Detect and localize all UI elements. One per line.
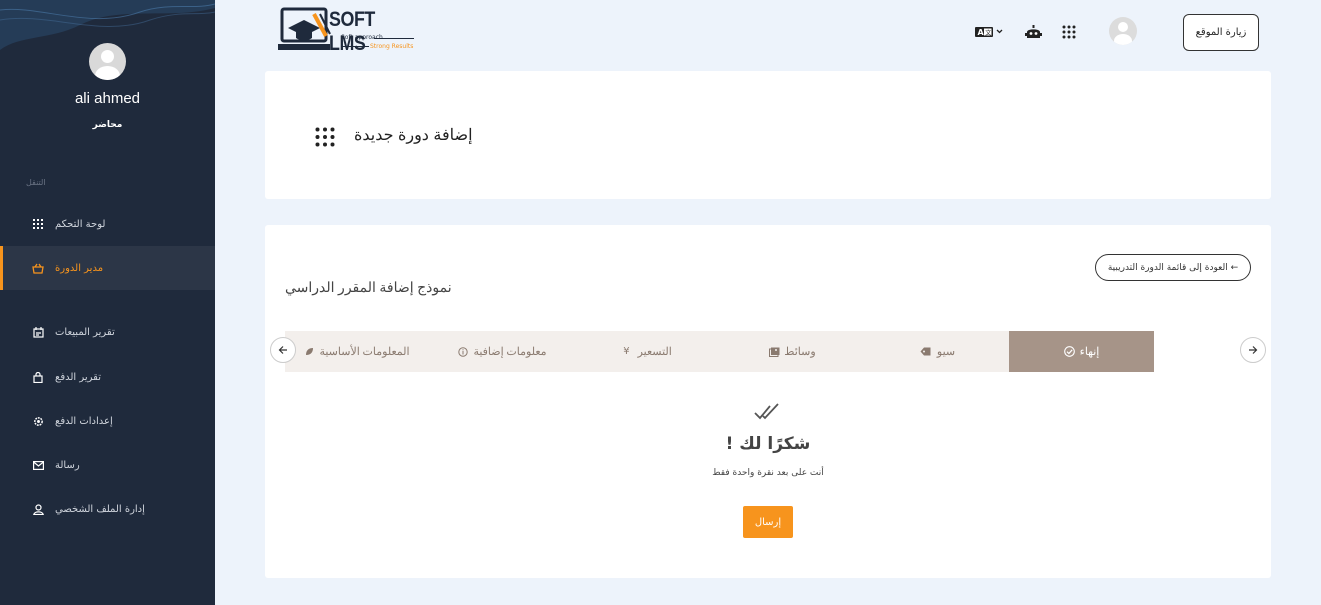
apps-button[interactable] (1061, 22, 1077, 42)
yen-icon: ¥ (623, 346, 630, 357)
user-name: ali ahmed (74, 90, 141, 107)
sidebar-item-dashboard[interactable]: لوحة التحكم (0, 202, 215, 246)
steps-prev-button[interactable] (270, 337, 296, 363)
step-seo[interactable]: سيو (865, 331, 1010, 372)
step-media[interactable]: وسائط (720, 331, 865, 372)
visit-site-button[interactable]: زيارة الموقع (1183, 14, 1259, 51)
sidebar-item-label: تقرير الدفع (55, 371, 102, 383)
bag-icon (32, 371, 44, 383)
translate-icon: A 文 (975, 27, 1003, 37)
sidebar-item-sales-report[interactable]: تقرير المبيعات (0, 310, 215, 354)
arrow-left-icon (278, 346, 287, 354)
gear-icon (32, 415, 44, 427)
leaf-icon (305, 347, 314, 356)
apps-grid-icon (1062, 25, 1076, 39)
check-circle-icon (1063, 346, 1075, 357)
mail-icon (32, 459, 44, 471)
sidebar-item-payment-report[interactable]: تقرير الدفع (0, 355, 215, 399)
language-button[interactable]: A 文 (973, 22, 1005, 42)
step-label: إنهاء (1079, 346, 1100, 358)
step-additional-info[interactable]: معلومات إضافية (430, 331, 575, 372)
user-icon (32, 503, 44, 515)
step-finish[interactable]: إنهاء (1009, 331, 1154, 372)
header-avatar[interactable] (1109, 17, 1137, 45)
sidebar: ali ahmed محاضر التنقل لوحة التحكم مدير … (0, 0, 215, 605)
page-title: إضافة دورة جديدة (354, 127, 473, 144)
step-pricing[interactable]: التسعير ¥ (575, 331, 720, 372)
sidebar-item-label: إدارة الملف الشخصي (55, 503, 145, 515)
tag-icon (920, 347, 931, 356)
calendar-icon (32, 326, 44, 338)
robot-button[interactable] (1024, 22, 1042, 42)
sidebar-item-message[interactable]: رسالة (0, 443, 215, 487)
media-icon (769, 347, 780, 357)
sidebar-item-label: تقرير المبيعات (55, 326, 115, 338)
thank-you-heading: ! شكرًا لك (725, 434, 811, 454)
back-to-course-list-button[interactable]: العودة إلى قائمة الدورة التدريبية ← (1095, 254, 1251, 281)
apps-grid-icon (315, 127, 335, 151)
logo-tagline-2: Strong Results (370, 43, 414, 50)
svg-text:文: 文 (985, 29, 991, 37)
one-click-away-text: أنت على بعد نقرة واحدة فقط (712, 468, 824, 478)
sidebar-item-label: مدير الدورة (55, 262, 104, 274)
double-check-icon (754, 403, 782, 425)
user-avatar[interactable] (89, 43, 126, 80)
sidebar-item-label: لوحة التحكم (55, 218, 106, 230)
sidebar-item-label: رسالة (55, 459, 80, 471)
step-label: المعلومات الأساسية (319, 346, 410, 358)
sidebar-item-profile[interactable]: إدارة الملف الشخصي (0, 487, 215, 531)
step-label: معلومات إضافية (473, 346, 547, 358)
sidebar-item-course-manager[interactable]: مدير الدورة (0, 246, 215, 290)
step-label: سيو (936, 346, 956, 358)
user-role: محاضر (92, 120, 123, 130)
step-label: التسعير (637, 346, 672, 358)
form-title: نموذج إضافة المقرر الدراسي (285, 281, 452, 296)
sidebar-item-payment-settings[interactable]: إعدادات الدفع (0, 399, 215, 443)
step-label: وسائط (784, 346, 816, 358)
sidebar-item-label: إعدادات الدفع (55, 415, 113, 427)
form-steps: المعلومات الأساسية معلومات إضافية التسعي… (285, 331, 1154, 372)
steps-next-button[interactable] (1240, 337, 1266, 363)
basket-icon (32, 262, 44, 274)
info-icon (458, 346, 469, 357)
step-basic-info[interactable]: المعلومات الأساسية (285, 331, 430, 372)
logo-line (341, 46, 369, 47)
submit-button[interactable]: إرسال (743, 506, 793, 538)
logo-line (374, 38, 414, 39)
grid-icon (32, 218, 44, 230)
nav-heading: التنقل (26, 178, 46, 187)
arrow-right-icon (1249, 346, 1258, 354)
robot-icon (1024, 24, 1042, 38)
site-logo[interactable]: SOFT LMS Soft approach Strong Results (278, 6, 428, 56)
svg-text:A: A (978, 28, 985, 37)
